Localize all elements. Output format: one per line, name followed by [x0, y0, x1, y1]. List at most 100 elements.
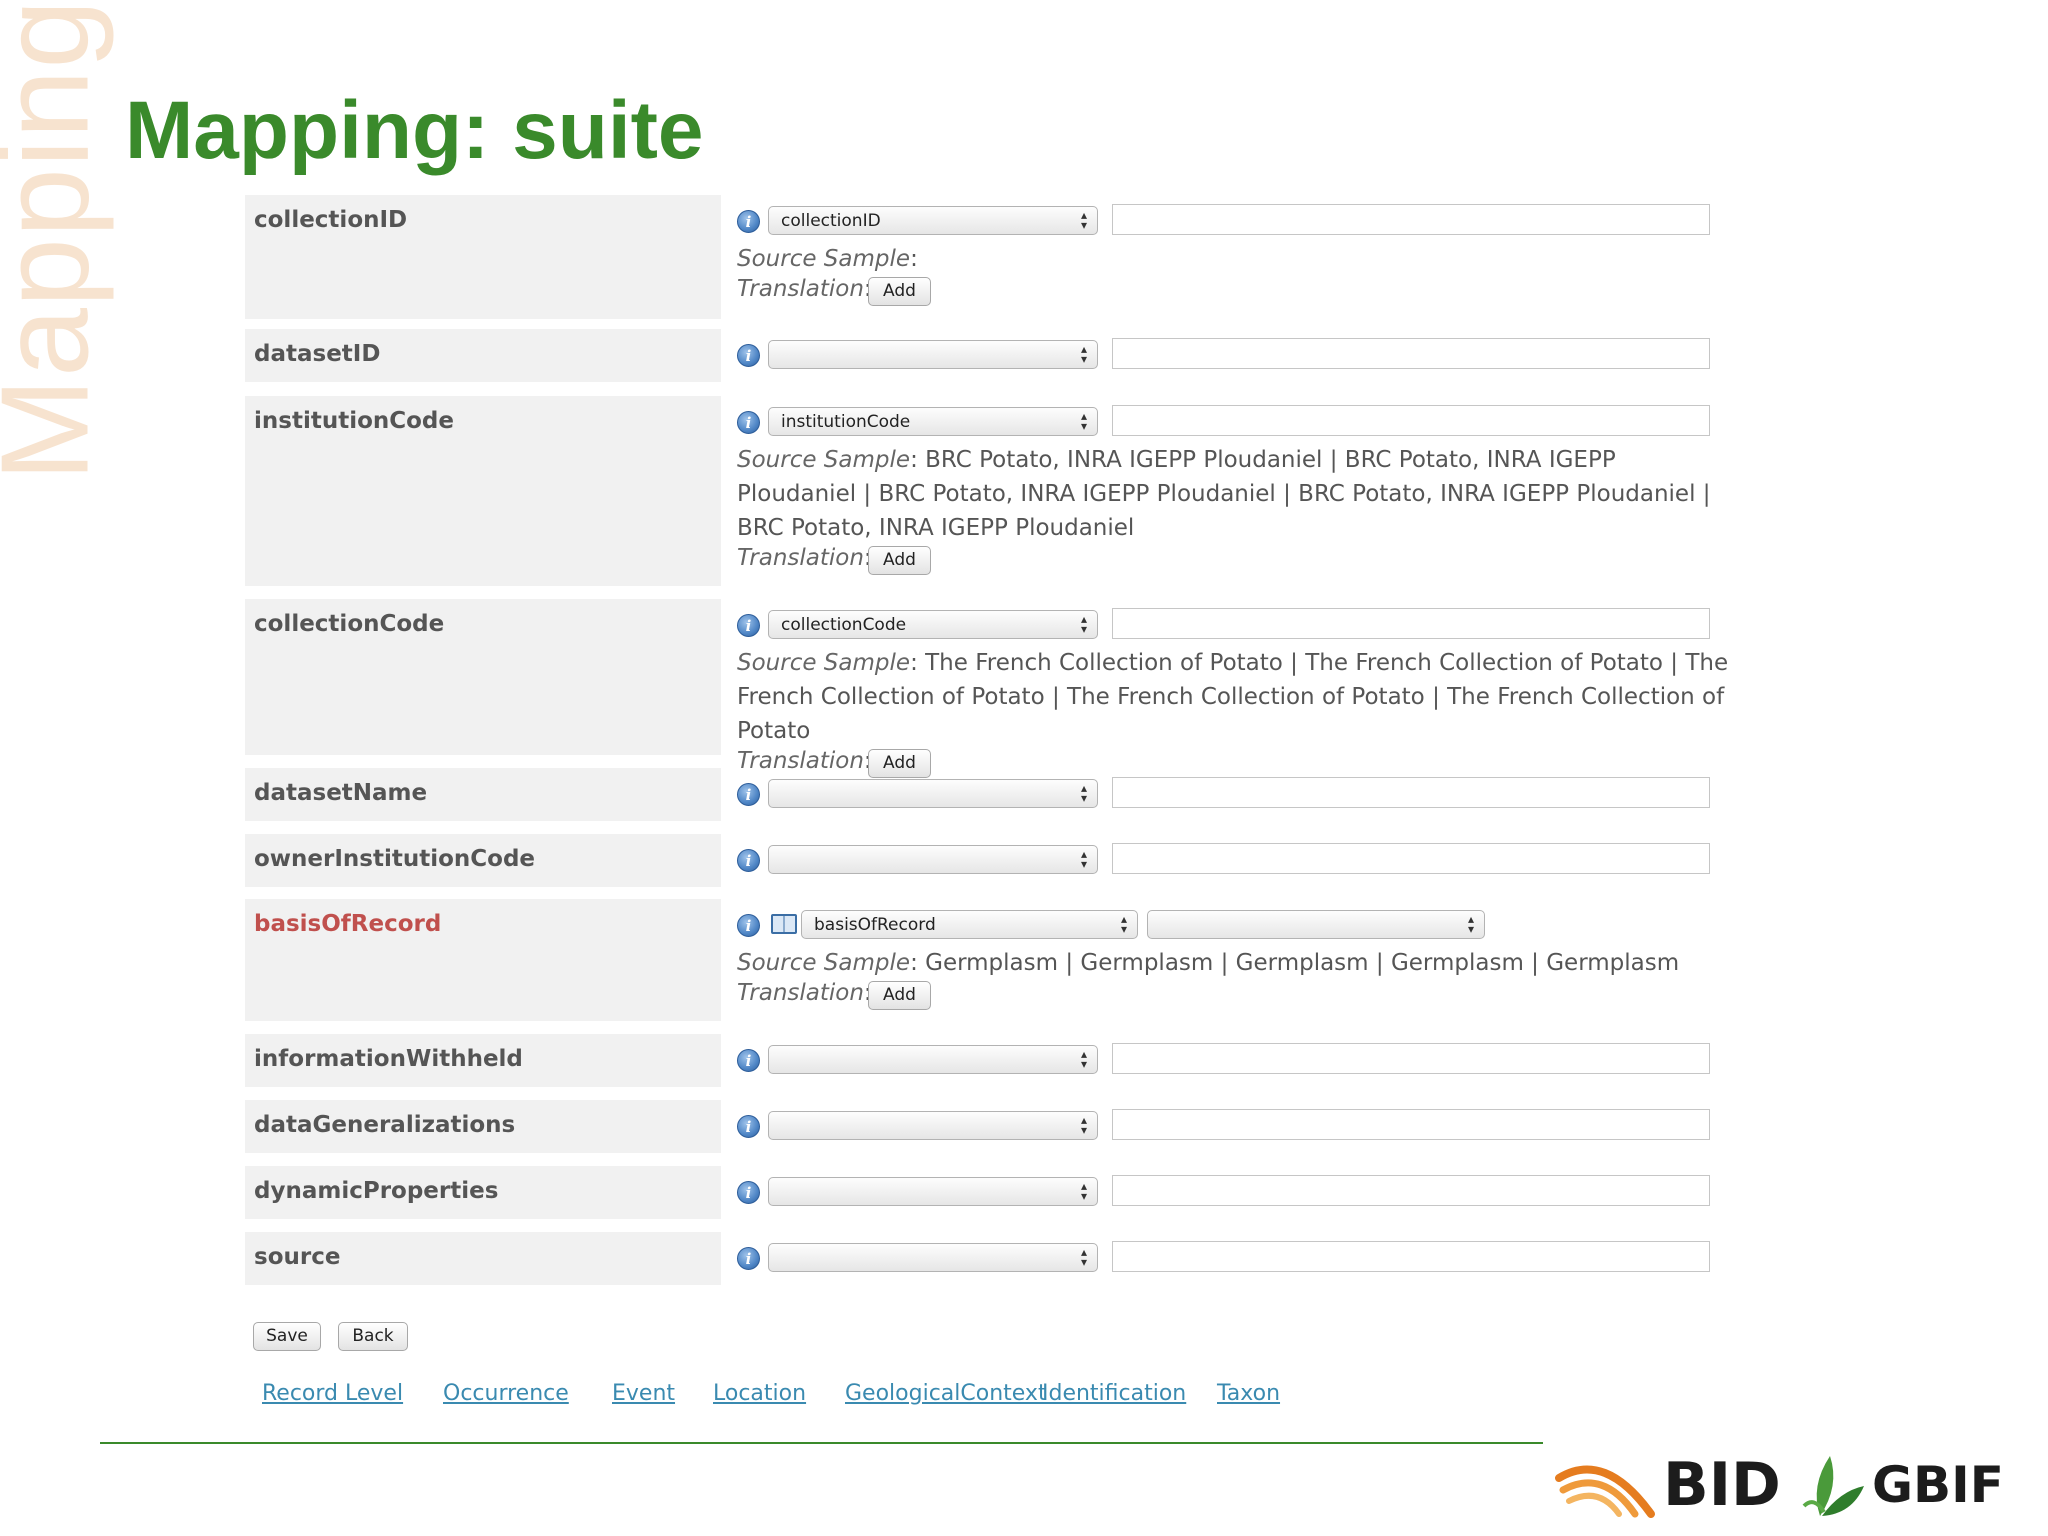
select-value: basisOfRecord [814, 915, 936, 935]
source-sample-label: Source Sample [737, 246, 911, 272]
field-label: ownerInstitutionCode [245, 834, 721, 887]
updown-arrows-icon: ▴ ▾ [1080, 1113, 1088, 1137]
add-translation-button[interactable]: Add [868, 981, 931, 1010]
vocabulary-select[interactable]: ▴ ▾ [1147, 910, 1485, 939]
gbif-leaf-mark [1802, 1456, 1864, 1516]
info-icon[interactable]: i [737, 1049, 760, 1072]
field-label: institutionCode [245, 396, 721, 586]
source-column-select[interactable]: basisOfRecord ▴ ▾ [801, 910, 1138, 939]
nav-link-geological-context[interactable]: GeologicalContext [845, 1381, 1047, 1406]
source-sample-label: Source Sample [737, 447, 911, 473]
mapping-row-collectioncode: collectionCode i collectionCode ▴ ▾ Sourc… [245, 599, 1745, 778]
info-icon[interactable]: i [737, 411, 760, 434]
info-icon[interactable]: i [737, 344, 760, 367]
gbif-logo-text: GBIF [1872, 1456, 2004, 1514]
select-value: institutionCode [781, 412, 911, 432]
bid-logo-text: BID [1663, 1450, 1781, 1520]
book-icon[interactable] [771, 914, 797, 934]
nav-link-taxon[interactable]: Taxon [1217, 1381, 1280, 1406]
slide-title: Mapping: suite [125, 85, 704, 176]
constant-value-input[interactable] [1112, 1241, 1710, 1272]
constant-value-input[interactable] [1112, 405, 1710, 436]
updown-arrows-icon: ▴ ▾ [1080, 847, 1088, 871]
mapping-row-source: source i ▴ ▾ [245, 1232, 1745, 1285]
field-label: source [245, 1232, 721, 1285]
source-column-select[interactable]: ▴ ▾ [768, 1045, 1098, 1074]
add-translation-button[interactable]: Add [868, 546, 931, 575]
nav-link-event[interactable]: Event [612, 1381, 675, 1406]
back-button[interactable]: Back [338, 1322, 408, 1351]
translation-label: Translation [737, 276, 864, 302]
constant-value-input[interactable] [1112, 1175, 1710, 1206]
mapping-row-datasetid: datasetID i ▴ ▾ [245, 329, 1745, 382]
mapping-row-ownerinstitutioncode: ownerInstitutionCode i ▴ ▾ [245, 834, 1745, 887]
source-sample: Source Sample: Germplasm | Germplasm | G… [737, 950, 1680, 976]
source-column-select[interactable]: institutionCode ▴ ▾ [768, 407, 1098, 436]
translation: Translation: Add [737, 545, 1737, 579]
nav-link-location[interactable]: Location [713, 1381, 806, 1406]
info-icon[interactable]: i [737, 614, 760, 637]
info-icon[interactable]: i [737, 210, 760, 233]
source-sample: Source Sample: [737, 246, 918, 272]
source-column-select[interactable]: ▴ ▾ [768, 779, 1098, 808]
nav-link-identification[interactable]: Identification [1042, 1381, 1186, 1406]
constant-value-input[interactable] [1112, 338, 1710, 369]
constant-value-input[interactable] [1112, 204, 1710, 235]
bid-logo: BID [1555, 1448, 1781, 1520]
nav-link-occurrence[interactable]: Occurrence [443, 1381, 569, 1406]
constant-value-input[interactable] [1112, 843, 1710, 874]
field-label: datasetID [245, 329, 721, 382]
mapping-row-datageneralizations: dataGeneralizations i ▴ ▾ [245, 1100, 1745, 1153]
source-column-select[interactable]: ▴ ▾ [768, 340, 1098, 369]
updown-arrows-icon: ▴ ▾ [1120, 912, 1128, 936]
mapping-row-basisofrecord: basisOfRecord i basisOfRecord ▴ ▾ ▴ ▾ Sour… [245, 899, 1745, 1021]
info-icon[interactable]: i [737, 1115, 760, 1138]
nav-link-record-level[interactable]: Record Level [262, 1381, 403, 1406]
info-icon[interactable]: i [737, 1181, 760, 1204]
source-column-select[interactable]: ▴ ▾ [768, 1243, 1098, 1272]
save-button[interactable]: Save [253, 1322, 321, 1351]
field-label: dataGeneralizations [245, 1100, 721, 1153]
add-translation-button[interactable]: Add [868, 277, 931, 306]
updown-arrows-icon: ▴ ▾ [1080, 1245, 1088, 1269]
mapping-row-informationwithheld: informationWithheld i ▴ ▾ [245, 1034, 1745, 1087]
bid-logo-mark [1555, 1465, 1655, 1518]
info-icon[interactable]: i [737, 783, 760, 806]
constant-value-input[interactable] [1112, 777, 1710, 808]
updown-arrows-icon: ▴ ▾ [1080, 781, 1088, 805]
source-column-select[interactable]: collectionCode ▴ ▾ [768, 610, 1098, 639]
updown-arrows-icon: ▴ ▾ [1080, 612, 1088, 636]
source-sample: Source Sample: BRC Potato, INRA IGEPP Pl… [737, 447, 1711, 541]
source-sample-value: Germplasm | Germplasm | Germplasm | Germ… [925, 950, 1680, 976]
updown-arrows-icon: ▴ ▾ [1080, 208, 1088, 232]
source-column-select[interactable]: collectionID ▴ ▾ [768, 206, 1098, 235]
updown-arrows-icon: ▴ ▾ [1080, 1047, 1088, 1071]
select-value: collectionID [781, 211, 881, 231]
select-value: collectionCode [781, 615, 907, 635]
source-column-select[interactable]: ▴ ▾ [768, 1177, 1098, 1206]
info-icon[interactable]: i [737, 849, 760, 872]
info-icon[interactable]: i [737, 1247, 760, 1270]
side-title-text: Mapping [0, 0, 114, 482]
constant-value-input[interactable] [1112, 1109, 1710, 1140]
field-label: datasetName [245, 768, 721, 821]
updown-arrows-icon: ▴ ▾ [1467, 912, 1475, 936]
source-sample: Source Sample: The French Collection of … [737, 650, 1729, 744]
field-label: collectionCode [245, 599, 721, 755]
translation-label: Translation [737, 545, 864, 571]
translation: Translation: Add [737, 980, 1737, 1014]
constant-value-input[interactable] [1112, 1043, 1710, 1074]
source-sample-label: Source Sample [737, 650, 911, 676]
translation-label: Translation [737, 980, 864, 1006]
info-icon[interactable]: i [737, 914, 760, 937]
updown-arrows-icon: ▴ ▾ [1080, 342, 1088, 366]
mapping-row-institutioncode: institutionCode i institutionCode ▴ ▾ Sou… [245, 396, 1745, 586]
field-label-required: basisOfRecord [245, 899, 721, 1021]
side-title: Mapping [0, 0, 114, 481]
constant-value-input[interactable] [1112, 608, 1710, 639]
source-column-select[interactable]: ▴ ▾ [768, 1111, 1098, 1140]
field-label: collectionID [245, 195, 721, 319]
field-label: informationWithheld [245, 1034, 721, 1087]
source-column-select[interactable]: ▴ ▾ [768, 845, 1098, 874]
mapping-row-collectionid: collectionID i collectionID ▴ ▾ Source Sa… [245, 195, 1745, 319]
